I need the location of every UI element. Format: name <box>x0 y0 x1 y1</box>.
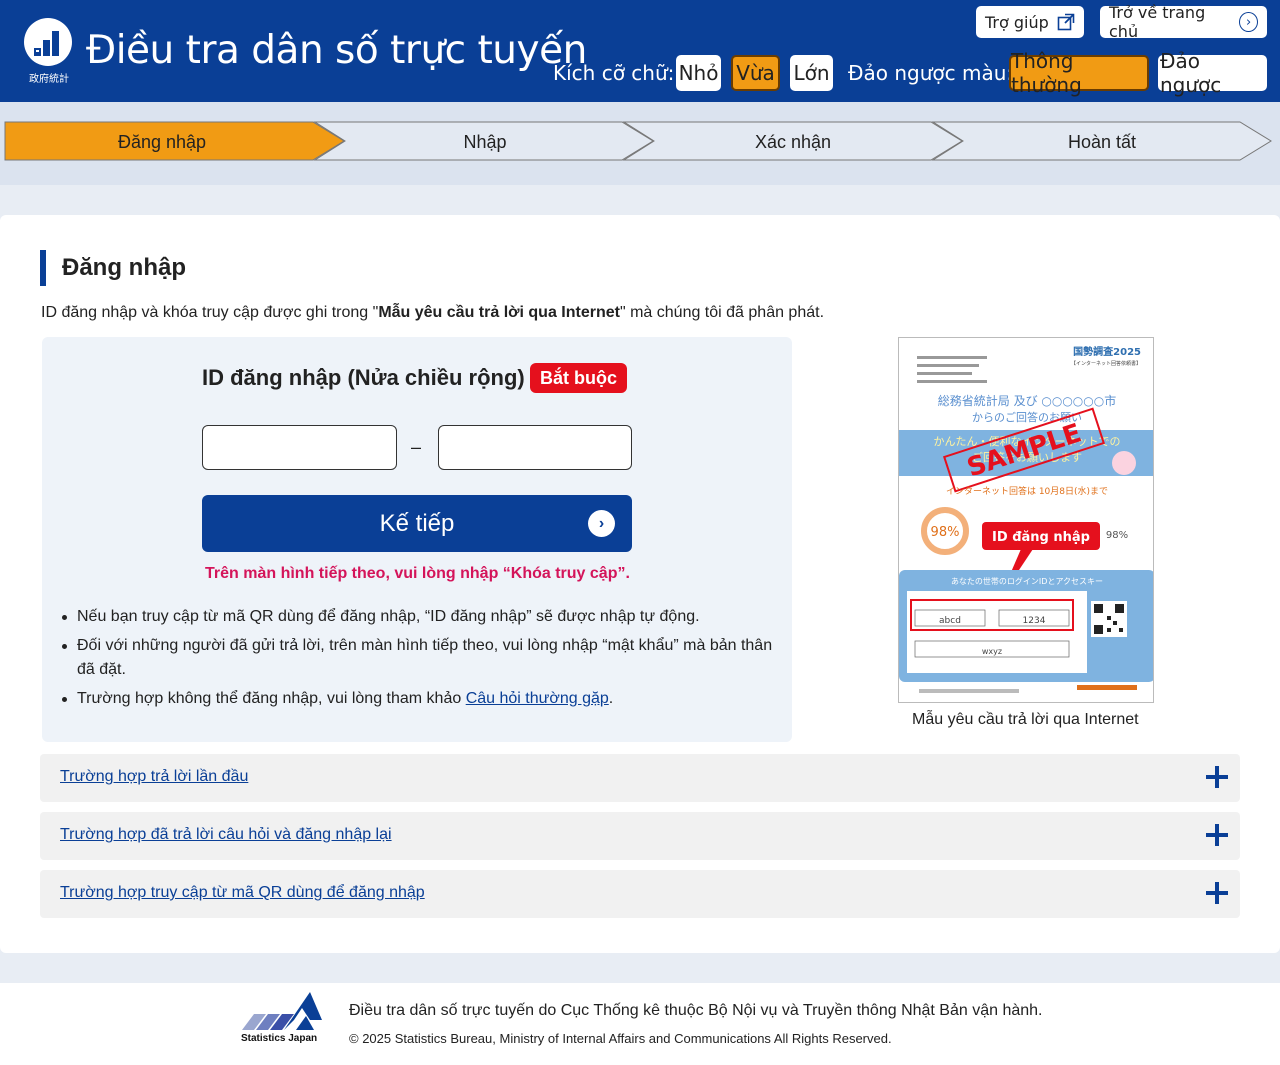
step-login: Đăng nhập <box>117 132 207 152</box>
accordion-first-time[interactable]: Trường hợp trả lời lần đầu <box>40 754 1240 802</box>
chevron-right-icon: › <box>588 510 615 537</box>
sample-date: インターネット回答は 10月8日(水)まで <box>946 485 1108 497</box>
intro-text: ID đăng nhập và khóa truy cập được ghi t… <box>41 304 824 322</box>
note-item: Trường hợp không thể đăng nhập, vui lòng… <box>60 687 782 711</box>
sample-access: wxyz <box>982 647 1002 656</box>
logo-caption: 政府統計 <box>29 74 69 85</box>
chevron-right-icon: › <box>1239 12 1258 32</box>
note-faq-suffix: . <box>608 690 614 707</box>
intro-prefix: ID đăng nhập và khóa truy cập được ghi t… <box>41 304 379 321</box>
note-item: Đối với những người đã gửi trả lời, trên… <box>60 634 782 682</box>
font-size-label: Kích cỡ chữ: <box>553 61 675 85</box>
step-complete: Hoàn tất <box>1067 132 1137 152</box>
help-label: Trợ giúp <box>985 12 1049 32</box>
footer-logo-caption: Statistics Japan <box>241 1033 318 1044</box>
sample-org: 総務省統計局 及び ○○○○○○市 <box>938 393 1116 408</box>
login-id-label: ID đăng nhập (Nửa chiều rộng) <box>202 365 525 390</box>
home-link[interactable]: Trở về trang chủ › <box>1100 3 1267 41</box>
login-notes: Nếu bạn truy cập từ mã QR dùng để đăng n… <box>60 605 782 716</box>
id-separator: – <box>411 437 422 457</box>
sample-pct: 98% <box>931 525 960 540</box>
accordion-label: Trường hợp truy cập từ mã QR dùng để đăn… <box>60 884 425 901</box>
login-id-field-2[interactable] <box>438 425 632 470</box>
intro-suffix: " mà chúng tôi đã phân phát. <box>619 304 825 321</box>
sample-id-b: 1234 <box>1023 616 1046 626</box>
faq-link[interactable]: Câu hỏi thường gặp <box>466 690 609 707</box>
sample-callout: ID đăng nhập <box>992 530 1090 545</box>
copyright: © 2025 Statistics Bureau, Ministry of In… <box>349 1031 892 1046</box>
site-footer <box>0 983 1280 1065</box>
government-statistics-logo[interactable]: 政府統計 <box>22 18 74 85</box>
contrast-invert-button[interactable]: Đảo ngược <box>1158 49 1267 97</box>
sample-title: 国勢調査2025 <box>1073 345 1141 358</box>
required-badge: Bắt buộc <box>530 363 627 393</box>
plus-icon <box>1206 882 1228 904</box>
sample-request-form-image: 国勢調査2025 【インターネット回答依頼書】 総務省統計局 及び ○○○○○○… <box>898 337 1154 703</box>
font-size-small-button[interactable]: Nhỏ <box>676 55 721 91</box>
sample-form-illustration: 国勢調査2025 【インターネット回答依頼書】 総務省統計局 及び ○○○○○○… <box>899 338 1153 702</box>
sample-caption: Mẫu yêu cầu trả lời qua Internet <box>912 711 1139 728</box>
access-key-note: Trên màn hình tiếp theo, vui lòng nhập “… <box>205 565 630 582</box>
step-input: Nhập <box>463 132 507 152</box>
sample-login-head: あなたの世帯のログインIDとアクセスキー <box>951 576 1103 586</box>
accordion-relogin[interactable]: Trường hợp đã trả lời câu hỏi và đăng nh… <box>40 812 1240 860</box>
footer-text: Điều tra dân số trực tuyến do Cục Thống … <box>349 1002 1043 1019</box>
logo-bars-icon <box>34 31 59 56</box>
external-link-icon <box>1057 13 1075 31</box>
intro-bold: Mẫu yêu cầu trả lời qua Internet <box>378 304 620 321</box>
note-item: Nếu bạn truy cập từ mã QR dùng để đăng n… <box>60 605 782 629</box>
accordion-label: Trường hợp trả lời lần đầu <box>60 768 249 785</box>
accordion-qr-access[interactable]: Trường hợp truy cập từ mã QR dùng để đăn… <box>40 870 1240 918</box>
font-size-medium-button[interactable]: Vừa <box>731 55 780 91</box>
sample-subtitle: 【インターネット回答依頼書】 <box>1071 360 1141 367</box>
plus-icon <box>1206 824 1228 846</box>
home-label: Trở về trang chủ <box>1109 3 1206 41</box>
plus-icon <box>1206 766 1228 788</box>
login-id-field-1[interactable] <box>202 425 397 470</box>
contrast-normal-button[interactable]: Thông thường <box>1009 49 1149 97</box>
contrast-label: Đảo ngược màu: <box>848 61 1014 85</box>
sample-id-a: abcd <box>939 616 961 626</box>
site-title: Điều tra dân số trực tuyến <box>86 28 587 73</box>
sample-pct-2: 98% <box>1106 530 1128 541</box>
page-title: Đăng nhập <box>40 250 186 286</box>
font-size-large-button[interactable]: Lớn <box>790 55 833 91</box>
accordion-label: Trường hợp đã trả lời câu hỏi và đăng nh… <box>60 826 392 843</box>
note-faq-prefix: Trường hợp không thể đăng nhập, vui lòng… <box>77 690 466 707</box>
step-confirm: Xác nhận <box>754 132 832 152</box>
next-button[interactable]: Kế tiếp <box>202 495 632 552</box>
help-link[interactable]: Trợ giúp <box>976 6 1084 38</box>
